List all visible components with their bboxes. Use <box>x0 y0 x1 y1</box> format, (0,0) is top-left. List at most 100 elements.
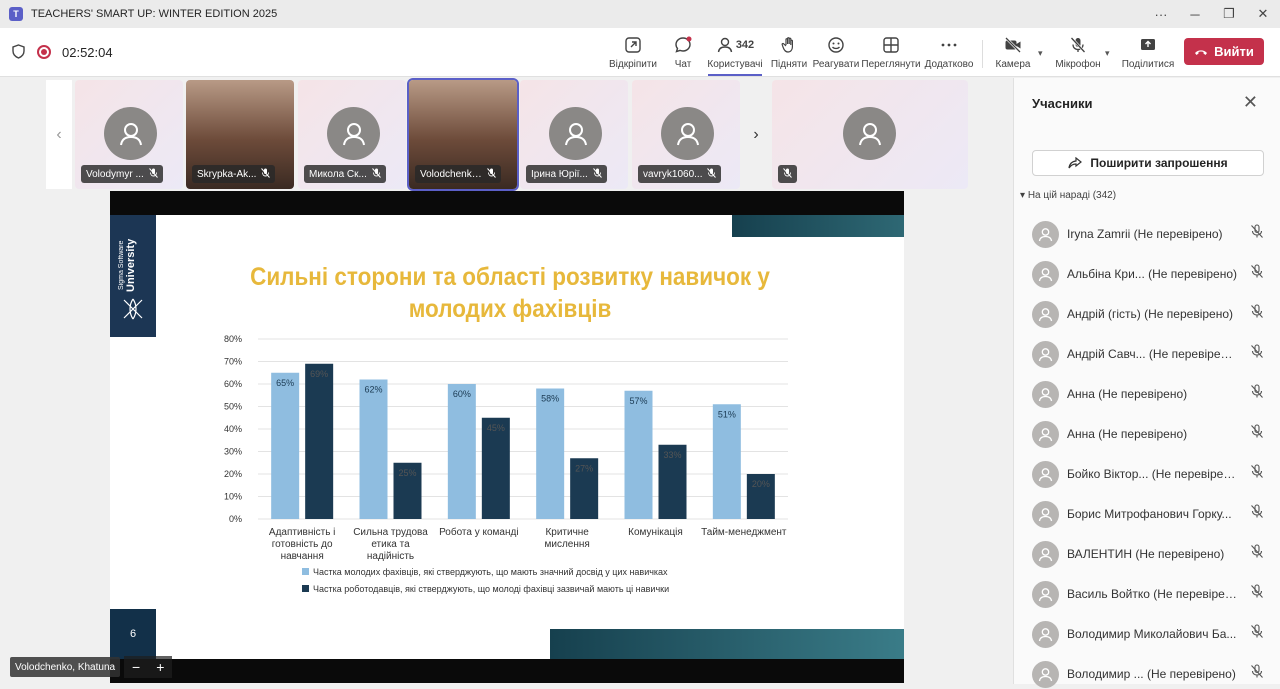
x-tick-label: Робота у команді <box>439 526 519 538</box>
slide-brand-bar: Sigma Software University <box>110 215 156 337</box>
people-button[interactable]: 342 Користувачі <box>707 36 763 76</box>
meeting-toolbar: 02:52:04 Відкріпити Чат 342 Користувачі … <box>0 28 1280 77</box>
popout-label: Відкріпити <box>608 59 658 70</box>
participant-row[interactable]: Альбіна Кри... (Не перевірено) <box>1032 259 1264 289</box>
shield-icon <box>12 44 25 59</box>
raise-hand-button[interactable]: Підняти <box>771 36 807 76</box>
gallery-next-button[interactable]: › <box>744 80 768 189</box>
avatar-icon <box>1032 300 1059 328</box>
participant-row[interactable]: Андрій Савч... (Не перевірено) <box>1032 339 1264 369</box>
avatar-icon <box>327 107 380 160</box>
chat-label: Чат <box>674 59 692 70</box>
camera-options-chevron-icon[interactable]: ▾ <box>1038 48 1043 59</box>
legend-label-2: Частка роботодавців, які стверджують, що… <box>313 584 670 594</box>
grid-view-icon <box>883 37 899 53</box>
mic-off-icon <box>1250 264 1264 284</box>
brand-symbol-icon <box>123 298 143 320</box>
data-label: 57% <box>629 396 647 406</box>
react-label: Реагувати <box>812 59 860 70</box>
chat-button[interactable]: Чат <box>668 36 698 76</box>
y-tick-label: 40% <box>224 424 242 434</box>
participant-tile[interactable]: Volodchenko, K... <box>407 78 519 191</box>
participant-row[interactable]: Iryna Zamrii (Не перевірено) <box>1032 219 1264 249</box>
recording-icon <box>37 45 51 59</box>
avatar-icon <box>1032 500 1059 528</box>
participant-row[interactable]: Анна (Не перевірено) <box>1032 419 1264 449</box>
participant-row[interactable]: Володимир ... (Не перевірено) <box>1032 659 1264 689</box>
view-label: Переглянути <box>861 59 921 70</box>
mic-off-icon <box>487 168 496 180</box>
zoom-out-button[interactable]: − <box>132 659 140 675</box>
react-button[interactable]: Реагувати <box>812 36 860 76</box>
y-tick-label: 80% <box>224 334 242 344</box>
participant-name: vavryk1060... <box>643 168 703 180</box>
avatar-icon <box>1032 380 1059 408</box>
close-panel-icon[interactable]: ✕ <box>1243 92 1258 113</box>
mic-options-chevron-icon[interactable]: ▾ <box>1105 48 1110 59</box>
participant-name-tag: vavryk1060... <box>638 165 722 183</box>
mic-off-icon <box>371 168 381 180</box>
slide-title: Сильні сторони та області розвитку навич… <box>250 263 770 323</box>
x-tick-label: етика та <box>371 539 410 550</box>
presenter-name-tag: Volodchenko, Khatuna <box>10 657 121 677</box>
participant-tile[interactable]: Ірина Юрії... <box>520 80 628 189</box>
brand-logo: Sigma Software University <box>118 235 148 295</box>
data-label: 45% <box>487 423 505 433</box>
participant-row[interactable]: Бойко Віктор... (Не перевірено) <box>1032 459 1264 489</box>
more-options-icon[interactable]: ··· <box>1144 7 1178 22</box>
view-button[interactable]: Переглянути <box>861 36 921 76</box>
participant-name: Бойко Віктор... (Не перевірено) <box>1067 467 1237 481</box>
popout-button[interactable]: Відкріпити <box>608 36 658 76</box>
mic-off-icon <box>707 168 717 180</box>
leave-button[interactable]: Вийти <box>1184 38 1264 65</box>
mic-off-icon <box>1250 424 1264 444</box>
participant-row[interactable]: Борис Митрофанович Горку... <box>1032 499 1264 529</box>
participant-row[interactable]: ВАЛЕНТИН (Не перевірено) <box>1032 539 1264 569</box>
data-label: 65% <box>276 378 294 388</box>
mic-off-icon <box>1250 384 1264 404</box>
more-button[interactable]: Додатково <box>925 36 973 76</box>
participant-row[interactable]: Андрій (гість) (Не перевірено) <box>1032 299 1264 329</box>
x-tick-label: Адаптивність і <box>269 527 336 538</box>
mic-off-icon <box>1250 224 1264 244</box>
participant-name: Анна (Не перевірено) <box>1067 387 1188 401</box>
zoom-in-button[interactable]: + <box>156 659 164 675</box>
x-tick-label: Критичне <box>545 527 589 538</box>
participant-name: Volodchenko, K... <box>420 168 482 180</box>
avatar-icon <box>843 107 896 160</box>
avatar-icon <box>1032 420 1059 448</box>
maximize-button[interactable]: ❐ <box>1212 6 1246 22</box>
participant-tile[interactable] <box>772 80 968 189</box>
participant-name: Skrypka-Ak... <box>197 168 257 180</box>
participant-tile[interactable]: Skrypka-Ak... <box>186 80 294 189</box>
mic-button[interactable]: Мікрофон <box>1055 36 1101 76</box>
participant-name: Андрій Савч... (Не перевірено) <box>1067 347 1237 361</box>
x-tick-label: Комунікація <box>628 527 683 538</box>
mic-off-icon <box>1250 624 1264 644</box>
people-count: 342 <box>735 39 755 51</box>
mic-off-icon <box>1070 37 1086 53</box>
participant-tile[interactable]: Микола Ск... <box>298 80 406 189</box>
share-button[interactable]: Поділитися <box>1122 36 1174 76</box>
participant-row[interactable]: Володимир Миколайович Ба... <box>1032 619 1264 649</box>
participant-tile[interactable]: vavryk1060... <box>632 80 740 189</box>
camera-button[interactable]: Камера <box>995 36 1031 76</box>
phone-hangup-icon <box>1195 49 1208 55</box>
close-window-button[interactable]: ✕ <box>1246 6 1280 22</box>
participant-row[interactable]: Василь Войтко (Не перевірен... <box>1032 579 1264 609</box>
legend-swatch-2 <box>302 585 309 592</box>
avatar-icon <box>1032 340 1059 368</box>
more-label: Додатково <box>924 59 974 70</box>
in-meeting-section[interactable]: ▾ На цій нараді (342) <box>1020 190 1116 201</box>
participant-tile[interactable]: Volodymyr ... <box>75 80 183 189</box>
gallery-prev-button[interactable]: ‹ <box>46 80 72 189</box>
section-label: На цій нараді (342) <box>1027 190 1117 201</box>
participant-row[interactable]: Анна (Не перевірено) <box>1032 379 1264 409</box>
participant-name: Андрій (гість) (Не перевірено) <box>1067 307 1234 321</box>
minimize-button[interactable]: ─ <box>1178 7 1212 22</box>
bar <box>712 404 741 519</box>
share-invite-button[interactable]: Поширити запрошення <box>1032 150 1264 176</box>
avatar-icon <box>1032 660 1059 688</box>
participant-name: Volodymyr ... <box>86 168 144 180</box>
y-tick-label: 70% <box>224 357 242 367</box>
